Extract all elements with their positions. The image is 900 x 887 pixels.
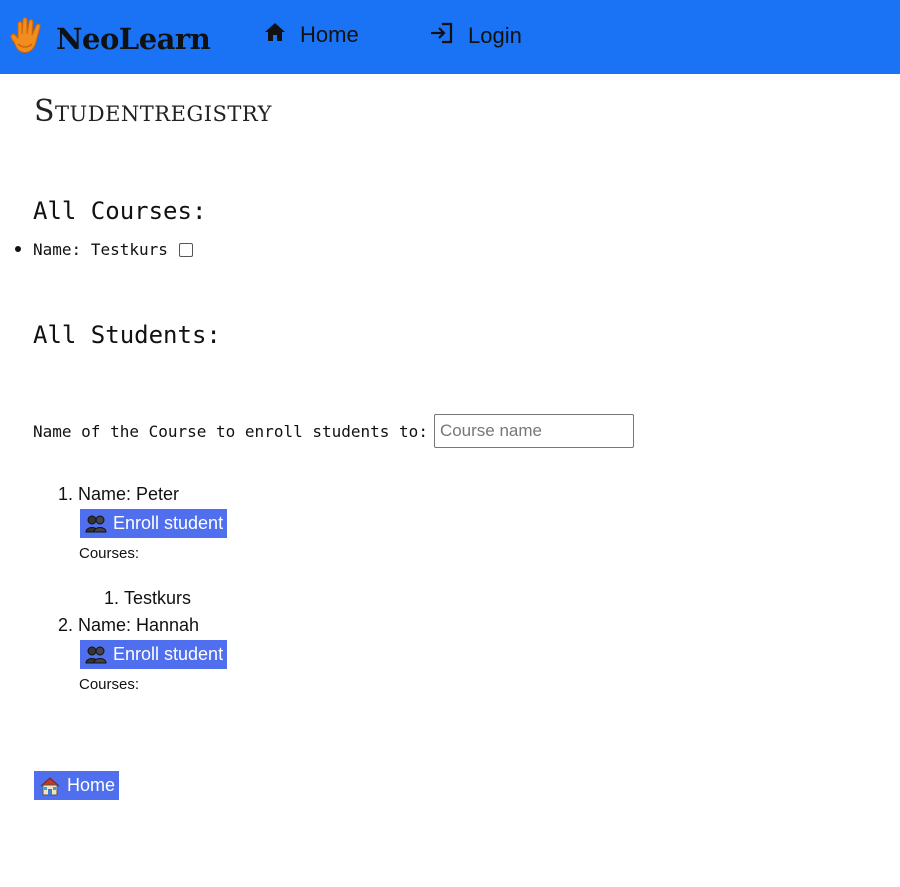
people-icon — [85, 514, 107, 534]
enroll-student-label: Enroll student — [113, 513, 224, 533]
home-icon — [264, 22, 300, 48]
nav-login-link[interactable]: Login — [430, 22, 522, 50]
home-button-label: Home — [67, 775, 116, 795]
nav-home-label: Home — [300, 22, 359, 47]
list-number: 2. — [58, 615, 74, 635]
course-name-prefix: Name: — [33, 240, 82, 259]
nav-home-link[interactable]: Home — [264, 22, 359, 48]
login-icon — [430, 22, 468, 50]
student-course-item: 1. Testkurs — [104, 588, 191, 609]
student-list-item: 1. Name: Peter — [58, 484, 179, 505]
enroll-course-row: Name of the Course to enroll students to… — [33, 414, 634, 448]
student-courses-label: Courses: — [79, 545, 140, 562]
student-name: Name: Peter — [78, 484, 180, 504]
top-navbar: NeoLearn Home Login — [0, 0, 900, 74]
student-courses-label: Courses: — [79, 676, 140, 693]
people-icon — [85, 645, 107, 665]
enroll-student-label: Enroll student — [113, 644, 224, 664]
list-number: 1. — [58, 484, 74, 504]
nav-login-label: Login — [468, 23, 522, 48]
enroll-course-label: Name of the Course to enroll students to… — [33, 421, 428, 441]
hand-logo-icon — [6, 14, 50, 63]
students-heading: All Students: — [33, 321, 221, 349]
course-name-input[interactable] — [433, 414, 634, 448]
student-course-name: Testkurs — [124, 588, 192, 608]
brand[interactable]: NeoLearn — [6, 14, 211, 63]
course-select-checkbox[interactable] — [178, 242, 193, 257]
brand-name: NeoLearn — [56, 21, 211, 56]
student-list-item: 2. Name: Hannah — [58, 615, 199, 636]
page-title: Studentregistry — [34, 94, 272, 129]
list-number: 1. — [104, 588, 120, 608]
home-button[interactable]: Home — [34, 771, 120, 800]
enroll-student-button[interactable]: Enroll student — [80, 509, 228, 538]
courses-heading: All Courses: — [33, 197, 207, 225]
house-icon — [39, 775, 61, 797]
list-bullet — [15, 246, 21, 252]
course-name: Testkurs — [90, 240, 168, 259]
course-list-item: Name: Testkurs — [15, 240, 193, 259]
enroll-student-button[interactable]: Enroll student — [80, 640, 228, 669]
student-name: Name: Hannah — [78, 615, 200, 635]
